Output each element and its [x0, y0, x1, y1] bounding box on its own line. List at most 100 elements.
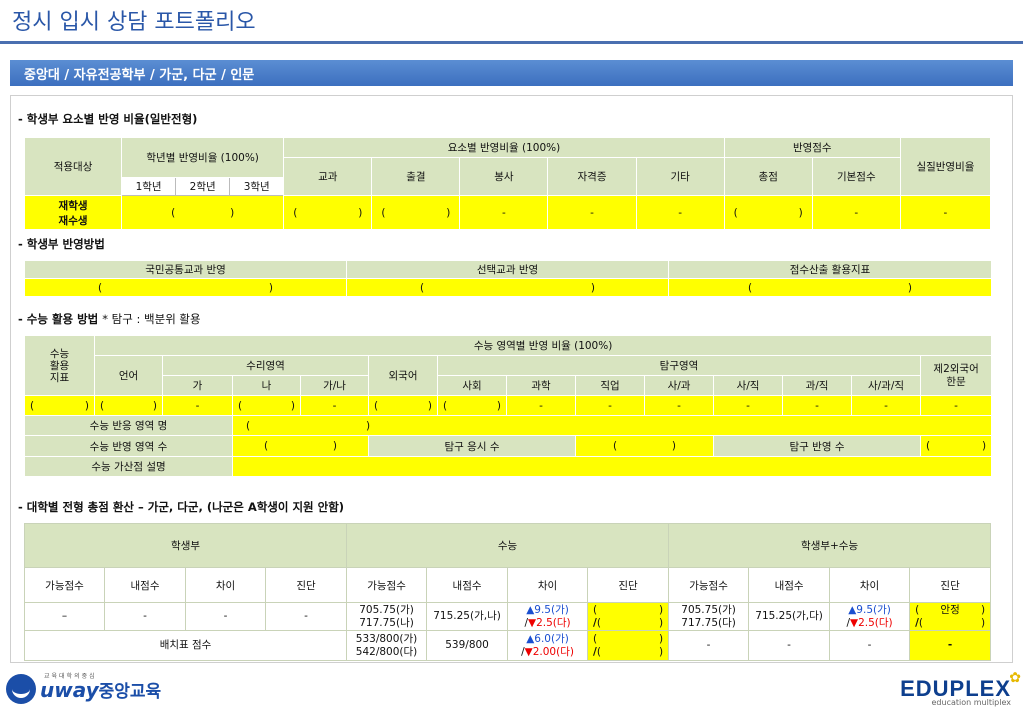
cell-diag-2: ()/()	[587, 602, 670, 631]
school-record-method-table: 국민공통교과 반영 선택교과 반영 점수산출 활용지표 () () ()	[24, 260, 992, 297]
h-language: 언어	[94, 355, 163, 396]
title-divider	[0, 41, 1023, 44]
cell-mine-2: 715.25(가,나)	[426, 602, 509, 631]
h-grade1: 1학년	[121, 177, 177, 196]
cell-math-na: ()	[232, 395, 301, 416]
cell-batch-p3: -	[668, 630, 750, 661]
uway-tagline: 교육대학의중심	[44, 673, 97, 680]
h-element-ratio: 요소별 반영비율 (100%)	[283, 137, 725, 158]
page-title: 정시 입시 상담 포트폴리오	[12, 10, 256, 35]
rp: )	[84, 399, 89, 412]
cell-eng: ()	[368, 395, 438, 416]
lp: (	[293, 206, 298, 219]
cell-batch-diag: ()/()	[587, 630, 670, 661]
cell-sj: -	[713, 395, 783, 416]
lp: (	[733, 206, 738, 219]
rp: )	[230, 206, 235, 219]
cell-inq-refl: ()	[919, 435, 993, 457]
h-second-lang: 제2외국어 한문	[919, 355, 993, 396]
cell-diff-1: -	[185, 602, 266, 631]
cell-total: ()	[723, 195, 813, 230]
lp: (	[918, 616, 924, 629]
h-common: 국민공통교과 반영	[24, 260, 347, 279]
section-3-note: * 탐구 : 백분위 활용	[102, 312, 201, 326]
cell-area-name: ()	[231, 415, 993, 436]
school-record-ratio-table: 적용대상 학년별 반영비율 (100%) 요소별 반영비율 (100%) 반영점…	[23, 137, 992, 230]
diff-up: ▲9.5(가)	[526, 603, 569, 616]
rp: )	[446, 206, 451, 219]
h-combined: 학생부+수능	[668, 523, 992, 568]
uway-logo: 교육대학의중심 uway중앙교육	[6, 673, 161, 705]
lp: (	[98, 281, 103, 294]
cell-diff-3: ▲9.5(가)/▼2.5(다)	[829, 602, 911, 631]
rp: )	[981, 603, 986, 616]
cell-social: ()	[437, 395, 507, 416]
h-real-ratio: 실질반영비율	[899, 137, 992, 196]
lp: (	[593, 632, 598, 645]
h-math-gana: 가/나	[300, 375, 369, 396]
rp: )	[290, 399, 295, 412]
h-mine-1: 내점수	[104, 567, 186, 603]
h-math: 수리영역	[162, 355, 369, 376]
h-elective: 선택교과 반영	[346, 260, 669, 279]
lp: (	[596, 616, 601, 629]
rp: )	[798, 206, 803, 219]
cell-batch-possible: 533/800(가) 542/800(다)	[346, 630, 428, 661]
cell-bonus	[231, 456, 993, 477]
cell-batch-d3: -	[829, 630, 911, 661]
lp: (	[443, 399, 448, 412]
stable-badge: 안정	[940, 603, 960, 616]
rp: )	[981, 616, 986, 629]
label-current: 재학생	[58, 199, 88, 212]
rp: )	[982, 440, 987, 452]
rp: )	[658, 632, 664, 645]
h-target: 적용대상	[23, 137, 123, 196]
cell-subject: ()	[283, 195, 373, 230]
rp: )	[907, 281, 912, 294]
cell-sg: -	[644, 395, 714, 416]
lp: (	[171, 206, 176, 219]
h-inq-sgj: 사/과/직	[851, 375, 921, 396]
h-mine-2: 내점수	[426, 567, 509, 603]
rp: )	[152, 399, 157, 412]
h-inq-job: 직업	[575, 375, 645, 396]
cell-batch-diff: ▲6.0(가)/▼2.00(다)	[507, 630, 589, 661]
section-1-heading: - 학생부 요소별 반영 비율(일반전형)	[18, 112, 198, 126]
batch-down: ▼2.00(다)	[524, 645, 574, 658]
cell-science: -	[506, 395, 576, 416]
cell-mine-3: 715.25(가,다)	[748, 602, 831, 631]
lp: (	[100, 399, 105, 412]
h-base: 기본점수	[811, 157, 901, 196]
possible-ga-b: 705.75(가)	[681, 603, 736, 616]
rp: )	[358, 206, 363, 219]
cell-grade-ratio: ()	[121, 195, 285, 230]
section-3-heading: - 수능 활용 방법 * 탐구 : 백분위 활용	[18, 311, 201, 327]
cell-area-count: ()	[232, 435, 369, 457]
h-grade2: 2학년	[175, 177, 231, 196]
rp: )	[496, 399, 501, 412]
label-batch: 배치표 점수	[23, 630, 348, 661]
section-3-title: - 수능 활용 방법	[18, 312, 99, 326]
cell-index-val: ()	[24, 395, 95, 416]
diff-up-b: ▲9.5(가)	[848, 603, 891, 616]
uway-wordmark: uway중앙교육	[40, 677, 161, 702]
lp: (	[748, 281, 753, 294]
h-grade3: 3학년	[229, 177, 285, 196]
rp: )	[366, 419, 371, 432]
cell-mine-1: -	[104, 602, 186, 631]
rp: )	[658, 616, 664, 629]
cell-common: ()	[24, 278, 347, 297]
h-inq-social: 사회	[437, 375, 507, 396]
uway-kr: 중앙교육	[98, 681, 162, 702]
batch-up: ▲6.0(가)	[526, 632, 569, 645]
h-math-na: 나	[232, 375, 301, 396]
suneung-method-table: 수능 활용 지표 수능 영역별 반영 비율 (100%) 언어 수리영역 외국어…	[24, 335, 993, 477]
h-total: 총점	[723, 157, 813, 196]
label-area-count: 수능 반영 영역 수	[24, 435, 233, 457]
lp: (	[613, 440, 618, 452]
cell-math-gana: -	[300, 395, 369, 416]
cell-lang-val: ()	[94, 395, 163, 416]
h-diff-1: 차이	[185, 567, 266, 603]
rp: )	[671, 440, 676, 452]
label-area-name: 수능 반응 영역 명	[24, 415, 233, 436]
